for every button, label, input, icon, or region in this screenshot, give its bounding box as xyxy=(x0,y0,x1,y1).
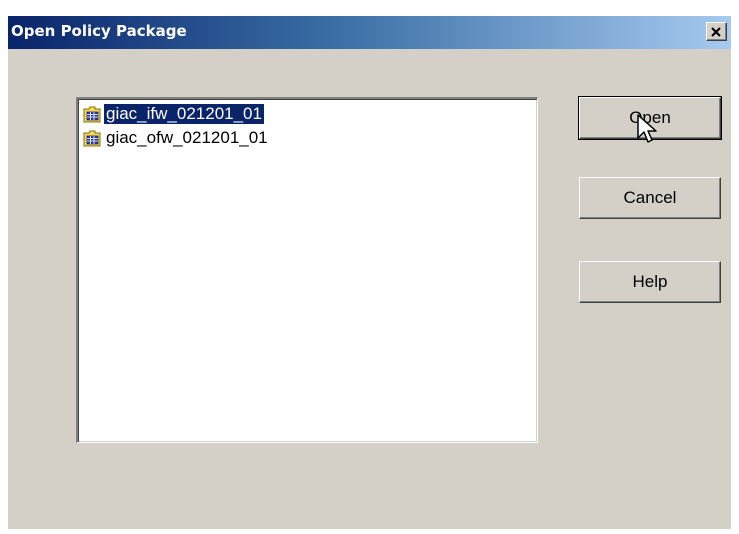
list-item[interactable]: giac_ofw_021201_01 xyxy=(83,127,270,149)
list-item-label: giac_ofw_021201_01 xyxy=(106,128,268,147)
title-bar[interactable]: Open Policy Package xyxy=(8,16,731,49)
list-item-label: giac_ifw_021201_01 xyxy=(104,104,264,124)
open-policy-package-dialog: Open Policy Package giac_ifw_021201_01 g… xyxy=(8,16,731,529)
close-button[interactable] xyxy=(706,22,727,41)
policy-package-list[interactable]: giac_ifw_021201_01 giac_ofw_021201_01 xyxy=(76,97,538,443)
help-button[interactable]: Help xyxy=(579,261,721,303)
policy-folder-icon xyxy=(83,130,101,146)
cancel-button[interactable]: Cancel xyxy=(579,177,721,219)
window-title: Open Policy Package xyxy=(11,22,187,40)
policy-folder-icon xyxy=(83,106,101,122)
close-icon xyxy=(711,26,721,37)
list-item[interactable]: giac_ifw_021201_01 xyxy=(83,103,264,125)
open-button[interactable]: Open xyxy=(578,96,722,140)
